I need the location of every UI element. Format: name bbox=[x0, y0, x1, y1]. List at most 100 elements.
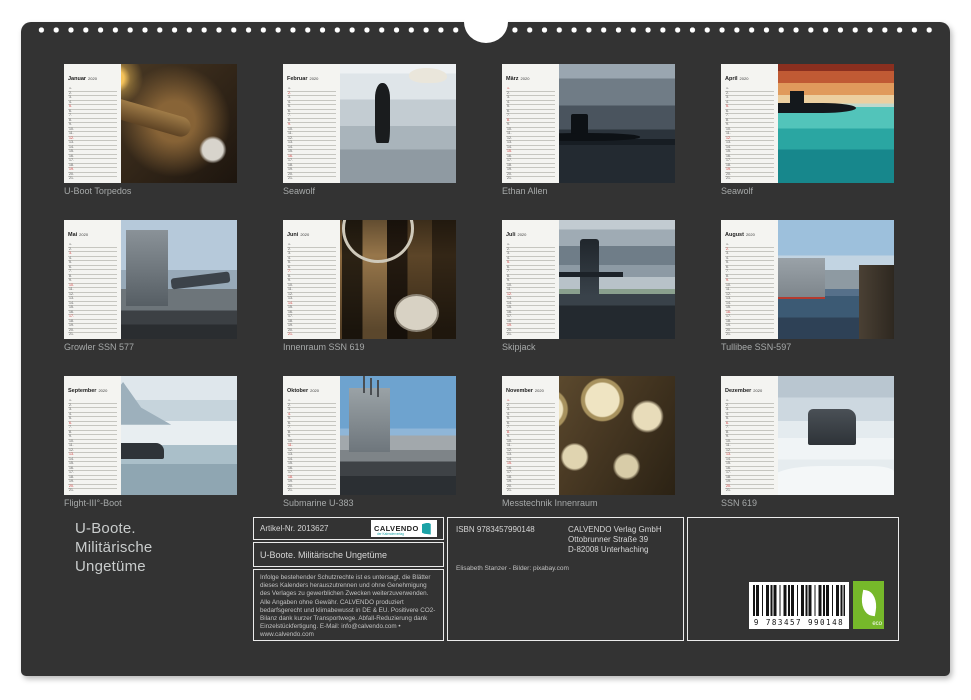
calvendo-logo: CALVENDO der Kalenderverlag bbox=[371, 520, 437, 537]
photo-decor bbox=[580, 239, 599, 296]
day-row: 21. bbox=[287, 333, 336, 337]
calendar-title-text: U-Boote. Militärische Ungetüme bbox=[260, 550, 387, 560]
publisher-city: D-82008 Unterhaching bbox=[568, 545, 662, 555]
photo-decor bbox=[349, 388, 391, 452]
mini-calendar-header: Oktober2020 bbox=[287, 379, 336, 397]
mini-calendar: Februar2020 1.2.3.4.5.6.7.8.9.10.11.12.1… bbox=[283, 64, 340, 183]
photo-caption: Ethan Allen bbox=[502, 186, 675, 197]
month-year: 2020 bbox=[309, 76, 318, 81]
month-year: 2020 bbox=[88, 76, 97, 81]
mini-calendar-days: 1.2.3.4.5.6.7.8.9.10.11.12.13.14.15.16.1… bbox=[68, 399, 117, 493]
photo-decor bbox=[394, 294, 439, 332]
day-row: 21. bbox=[506, 177, 555, 181]
month-photo: April2020 1.2.3.4.5.6.7.8.9.10.11.12.13.… bbox=[721, 64, 894, 183]
mini-calendar: Mai2020 1.2.3.4.5.6.7.8.9.10.11.12.13.14… bbox=[64, 220, 121, 339]
publisher-box: ISBN 9783457990148 CALVENDO Verlag GmbH … bbox=[447, 517, 684, 641]
author-credit: Elisabeth Stanzer - Bilder: pixabay.com bbox=[456, 565, 675, 572]
legal-notice-box: Infolge bestehender Schutzrechte ist es … bbox=[253, 569, 444, 641]
mini-calendar-header: August2020 bbox=[725, 223, 774, 241]
calendar-page: Januar2020 1.2.3.4.5.6.7.8.9.10.11.12.13… bbox=[21, 22, 950, 676]
photo-decor bbox=[557, 272, 623, 277]
mini-calendar: November2020 1.2.3.4.5.6.7.8.9.10.11.12.… bbox=[502, 376, 559, 495]
calendar-title: U-Boote. Militärische Ungetüme bbox=[75, 519, 152, 576]
eco-label: eco bbox=[872, 621, 882, 627]
month-name: Oktober bbox=[287, 388, 308, 394]
month-photo: Januar2020 1.2.3.4.5.6.7.8.9.10.11.12.13… bbox=[64, 64, 237, 183]
photo-caption: Tullibee SSN-597 bbox=[721, 342, 894, 353]
mini-calendar-days: 1.2.3.4.5.6.7.8.9.10.11.12.13.14.15.16.1… bbox=[725, 243, 774, 337]
month-photo: Juni2020 1.2.3.4.5.6.7.8.9.10.11.12.13.1… bbox=[283, 220, 456, 339]
month-year: 2020 bbox=[98, 388, 107, 393]
calendar-title-line: Militärische bbox=[75, 538, 152, 557]
barcode-box: 9 783457 990148 eco bbox=[687, 517, 899, 641]
calvendo-logo-icon bbox=[422, 523, 431, 535]
month-name: Januar bbox=[68, 76, 86, 82]
month-grid: Januar2020 1.2.3.4.5.6.7.8.9.10.11.12.13… bbox=[64, 64, 894, 509]
photo-decor bbox=[409, 68, 447, 83]
mini-calendar-header: Mai2020 bbox=[68, 223, 117, 241]
calendar-title-line: Ungetüme bbox=[75, 557, 152, 576]
photo-caption: Seawolf bbox=[283, 186, 456, 197]
month-name: März bbox=[506, 76, 519, 82]
month-thumbnail: Januar2020 1.2.3.4.5.6.7.8.9.10.11.12.13… bbox=[64, 64, 237, 197]
month-name: Dezember bbox=[725, 388, 751, 394]
month-year: 2020 bbox=[746, 232, 755, 237]
day-row: 21. bbox=[725, 177, 774, 181]
month-photo: September2020 1.2.3.4.5.6.7.8.9.10.11.12… bbox=[64, 376, 237, 495]
mini-calendar-days: 1.2.3.4.5.6.7.8.9.10.11.12.13.14.15.16.1… bbox=[506, 399, 555, 493]
mini-calendar: August2020 1.2.3.4.5.6.7.8.9.10.11.12.13… bbox=[721, 220, 778, 339]
month-name: Juli bbox=[506, 232, 515, 238]
month-year: 2020 bbox=[300, 232, 309, 237]
mini-calendar-header: September2020 bbox=[68, 379, 117, 397]
ean-barcode: 9 783457 990148 bbox=[749, 582, 849, 629]
calendar-back-cover: Januar2020 1.2.3.4.5.6.7.8.9.10.11.12.13… bbox=[0, 0, 971, 700]
article-number: Artikel-Nr. 2013627 bbox=[260, 524, 328, 533]
photo-caption: Innenraum SSN 619 bbox=[283, 342, 456, 353]
day-row: 21. bbox=[287, 489, 336, 493]
photo-caption: SSN 619 bbox=[721, 498, 894, 509]
month-photo: März2020 1.2.3.4.5.6.7.8.9.10.11.12.13.1… bbox=[502, 64, 675, 183]
leaf-icon bbox=[859, 589, 879, 615]
mini-calendar: Januar2020 1.2.3.4.5.6.7.8.9.10.11.12.13… bbox=[64, 64, 121, 183]
calendar-title-box: U-Boote. Militärische Ungetüme bbox=[253, 542, 444, 567]
month-year: 2020 bbox=[535, 388, 544, 393]
publisher-street: Ottobrunner Straße 39 bbox=[568, 535, 662, 545]
publisher-name: CALVENDO Verlag GmbH bbox=[568, 525, 662, 535]
photo-decor bbox=[375, 83, 391, 143]
mini-calendar-header: Januar2020 bbox=[68, 67, 117, 85]
article-number-box: Artikel-Nr. 2013627 CALVENDO der Kalende… bbox=[253, 517, 444, 540]
mini-calendar-header: Februar2020 bbox=[287, 67, 336, 85]
barcode-digits: 9 783457 990148 bbox=[753, 618, 845, 627]
photo-caption: U-Boot Torpedos bbox=[64, 186, 237, 197]
day-row: 21. bbox=[506, 333, 555, 337]
month-thumbnail: August2020 1.2.3.4.5.6.7.8.9.10.11.12.13… bbox=[721, 220, 894, 353]
month-year: 2020 bbox=[740, 76, 749, 81]
photo-decor bbox=[126, 230, 168, 306]
month-year: 2020 bbox=[517, 232, 526, 237]
mini-calendar-days: 1.2.3.4.5.6.7.8.9.10.11.12.13.14.15.16.1… bbox=[506, 243, 555, 337]
mini-calendar-header: Dezember2020 bbox=[725, 379, 774, 397]
mini-calendar-header: Juli2020 bbox=[506, 223, 555, 241]
day-row: 21. bbox=[725, 489, 774, 493]
hanger-notch bbox=[464, 1, 508, 43]
imprint-panel: Artikel-Nr. 2013627 CALVENDO der Kalende… bbox=[253, 517, 899, 641]
month-year: 2020 bbox=[79, 232, 88, 237]
mini-calendar-days: 1.2.3.4.5.6.7.8.9.10.11.12.13.14.15.16.1… bbox=[506, 87, 555, 181]
month-thumbnail: September2020 1.2.3.4.5.6.7.8.9.10.11.12… bbox=[64, 376, 237, 509]
month-thumbnail: Juli2020 1.2.3.4.5.6.7.8.9.10.11.12.13.1… bbox=[502, 220, 675, 353]
month-thumbnail: März2020 1.2.3.4.5.6.7.8.9.10.11.12.13.1… bbox=[502, 64, 675, 197]
barcode-bars bbox=[753, 585, 845, 616]
month-thumbnail: April2020 1.2.3.4.5.6.7.8.9.10.11.12.13.… bbox=[721, 64, 894, 197]
photo-decor bbox=[171, 271, 231, 289]
mini-calendar-days: 1.2.3.4.5.6.7.8.9.10.11.12.13.14.15.16.1… bbox=[287, 243, 336, 337]
month-thumbnail: Februar2020 1.2.3.4.5.6.7.8.9.10.11.12.1… bbox=[283, 64, 456, 197]
month-year: 2020 bbox=[310, 388, 319, 393]
day-row: 21. bbox=[68, 489, 117, 493]
month-photo: August2020 1.2.3.4.5.6.7.8.9.10.11.12.13… bbox=[721, 220, 894, 339]
photo-decor bbox=[808, 409, 856, 445]
publisher-address: CALVENDO Verlag GmbH Ottobrunner Straße … bbox=[568, 525, 662, 555]
mini-calendar-days: 1.2.3.4.5.6.7.8.9.10.11.12.13.14.15.16.1… bbox=[287, 399, 336, 493]
mini-calendar: Dezember2020 1.2.3.4.5.6.7.8.9.10.11.12.… bbox=[721, 376, 778, 495]
month-thumbnail: Mai2020 1.2.3.4.5.6.7.8.9.10.11.12.13.14… bbox=[64, 220, 237, 353]
month-thumbnail: Dezember2020 1.2.3.4.5.6.7.8.9.10.11.12.… bbox=[721, 376, 894, 509]
